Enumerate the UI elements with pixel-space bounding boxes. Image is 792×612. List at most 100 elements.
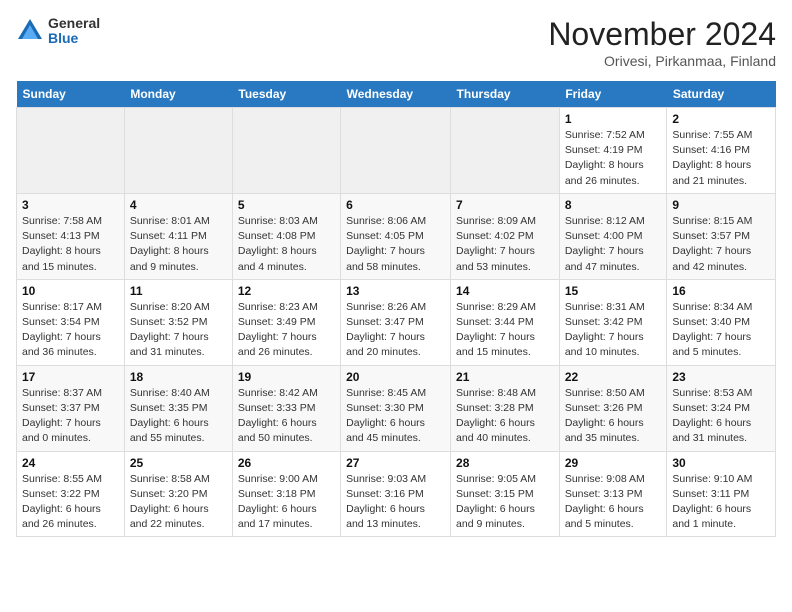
cell-info: Sunrise: 8:20 AMSunset: 3:52 PMDaylight:… xyxy=(130,300,227,361)
calendar-cell xyxy=(341,108,451,194)
cell-info: Sunrise: 8:55 AMSunset: 3:22 PMDaylight:… xyxy=(22,472,119,533)
cell-day-number: 1 xyxy=(565,112,662,126)
title-area: November 2024 Orivesi, Pirkanmaa, Finlan… xyxy=(548,16,776,69)
calendar-header: SundayMondayTuesdayWednesdayThursdayFrid… xyxy=(17,81,776,108)
header-day-saturday: Saturday xyxy=(667,81,776,108)
calendar-cell: 1 Sunrise: 7:52 AMSunset: 4:19 PMDaylight… xyxy=(559,108,667,194)
cell-info: Sunrise: 9:08 AMSunset: 3:13 PMDaylight:… xyxy=(565,472,662,533)
calendar-cell: 11 Sunrise: 8:20 AMSunset: 3:52 PMDayligh… xyxy=(124,279,232,365)
calendar-cell: 24 Sunrise: 8:55 AMSunset: 3:22 PMDayligh… xyxy=(17,451,125,537)
header: General Blue November 2024 Orivesi, Pirk… xyxy=(16,16,776,69)
logo-general: General xyxy=(48,16,100,31)
calendar-cell: 12 Sunrise: 8:23 AMSunset: 3:49 PMDayligh… xyxy=(232,279,340,365)
cell-info: Sunrise: 8:42 AMSunset: 3:33 PMDaylight:… xyxy=(238,386,335,447)
calendar-cell: 20 Sunrise: 8:45 AMSunset: 3:30 PMDayligh… xyxy=(341,365,451,451)
cell-info: Sunrise: 8:37 AMSunset: 3:37 PMDaylight:… xyxy=(22,386,119,447)
cell-info: Sunrise: 8:50 AMSunset: 3:26 PMDaylight:… xyxy=(565,386,662,447)
cell-day-number: 15 xyxy=(565,284,662,298)
cell-info: Sunrise: 8:45 AMSunset: 3:30 PMDaylight:… xyxy=(346,386,445,447)
header-day-tuesday: Tuesday xyxy=(232,81,340,108)
cell-info: Sunrise: 8:31 AMSunset: 3:42 PMDaylight:… xyxy=(565,300,662,361)
cell-day-number: 26 xyxy=(238,456,335,470)
calendar-cell: 8 Sunrise: 8:12 AMSunset: 4:00 PMDaylight… xyxy=(559,193,667,279)
calendar-cell: 25 Sunrise: 8:58 AMSunset: 3:20 PMDayligh… xyxy=(124,451,232,537)
cell-day-number: 28 xyxy=(456,456,554,470)
cell-info: Sunrise: 9:05 AMSunset: 3:15 PMDaylight:… xyxy=(456,472,554,533)
cell-info: Sunrise: 8:23 AMSunset: 3:49 PMDaylight:… xyxy=(238,300,335,361)
header-day-friday: Friday xyxy=(559,81,667,108)
cell-day-number: 4 xyxy=(130,198,227,212)
calendar-cell xyxy=(451,108,560,194)
cell-day-number: 14 xyxy=(456,284,554,298)
cell-info: Sunrise: 8:01 AMSunset: 4:11 PMDaylight:… xyxy=(130,214,227,275)
calendar-cell: 2Sunrise: 7:55 AMSunset: 4:16 PMDaylight… xyxy=(667,108,776,194)
week-row-2: 3 Sunrise: 7:58 AMSunset: 4:13 PMDaylight… xyxy=(17,193,776,279)
calendar-cell: 30Sunrise: 9:10 AMSunset: 3:11 PMDayligh… xyxy=(667,451,776,537)
cell-info: Sunrise: 7:52 AMSunset: 4:19 PMDaylight:… xyxy=(565,128,662,189)
cell-info: Sunrise: 8:17 AMSunset: 3:54 PMDaylight:… xyxy=(22,300,119,361)
calendar-cell: 10Sunrise: 8:17 AMSunset: 3:54 PMDayligh… xyxy=(17,279,125,365)
cell-info: Sunrise: 8:09 AMSunset: 4:02 PMDaylight:… xyxy=(456,214,554,275)
calendar-cell: 28 Sunrise: 9:05 AMSunset: 3:15 PMDayligh… xyxy=(451,451,560,537)
cell-day-number: 8 xyxy=(565,198,662,212)
cell-info: Sunrise: 7:58 AMSunset: 4:13 PMDaylight:… xyxy=(22,214,119,275)
cell-info: Sunrise: 8:58 AMSunset: 3:20 PMDaylight:… xyxy=(130,472,227,533)
calendar-cell: 4 Sunrise: 8:01 AMSunset: 4:11 PMDaylight… xyxy=(124,193,232,279)
cell-info: Sunrise: 8:34 AMSunset: 3:40 PMDaylight:… xyxy=(672,300,770,361)
cell-info: Sunrise: 8:12 AMSunset: 4:00 PMDaylight:… xyxy=(565,214,662,275)
cell-day-number: 9 xyxy=(672,198,770,212)
cell-day-number: 16 xyxy=(672,284,770,298)
header-row: SundayMondayTuesdayWednesdayThursdayFrid… xyxy=(17,81,776,108)
calendar-cell: 15 Sunrise: 8:31 AMSunset: 3:42 PMDayligh… xyxy=(559,279,667,365)
logo-blue: Blue xyxy=(48,31,100,46)
calendar-cell: 7 Sunrise: 8:09 AMSunset: 4:02 PMDaylight… xyxy=(451,193,560,279)
calendar-cell: 29 Sunrise: 9:08 AMSunset: 3:13 PMDayligh… xyxy=(559,451,667,537)
cell-day-number: 7 xyxy=(456,198,554,212)
cell-info: Sunrise: 9:10 AMSunset: 3:11 PMDaylight:… xyxy=(672,472,770,533)
calendar-cell xyxy=(17,108,125,194)
calendar-cell: 23Sunrise: 8:53 AMSunset: 3:24 PMDayligh… xyxy=(667,365,776,451)
calendar-cell: 16 Sunrise: 8:34 AMSunset: 3:40 PMDayligh… xyxy=(667,279,776,365)
cell-info: Sunrise: 8:26 AMSunset: 3:47 PMDaylight:… xyxy=(346,300,445,361)
calendar-cell: 21Sunrise: 8:48 AMSunset: 3:28 PMDayligh… xyxy=(451,365,560,451)
calendar-cell: 26 Sunrise: 9:00 AMSunset: 3:18 PMDayligh… xyxy=(232,451,340,537)
page-subtitle: Orivesi, Pirkanmaa, Finland xyxy=(548,53,776,69)
calendar-cell: 6Sunrise: 8:06 AMSunset: 4:05 PMDaylight… xyxy=(341,193,451,279)
cell-info: Sunrise: 9:00 AMSunset: 3:18 PMDaylight:… xyxy=(238,472,335,533)
cell-info: Sunrise: 9:03 AMSunset: 3:16 PMDaylight:… xyxy=(346,472,445,533)
cell-info: Sunrise: 8:53 AMSunset: 3:24 PMDaylight:… xyxy=(672,386,770,447)
calendar-cell xyxy=(124,108,232,194)
header-day-monday: Monday xyxy=(124,81,232,108)
cell-day-number: 3 xyxy=(22,198,119,212)
cell-info: Sunrise: 8:48 AMSunset: 3:28 PMDaylight:… xyxy=(456,386,554,447)
cell-day-number: 25 xyxy=(130,456,227,470)
header-day-thursday: Thursday xyxy=(451,81,560,108)
cell-day-number: 29 xyxy=(565,456,662,470)
calendar-cell: 5 Sunrise: 8:03 AMSunset: 4:08 PMDaylight… xyxy=(232,193,340,279)
cell-info: Sunrise: 8:15 AMSunset: 3:57 PMDaylight:… xyxy=(672,214,770,275)
calendar-cell: 27 Sunrise: 9:03 AMSunset: 3:16 PMDayligh… xyxy=(341,451,451,537)
cell-day-number: 5 xyxy=(238,198,335,212)
calendar-cell: 18 Sunrise: 8:40 AMSunset: 3:35 PMDayligh… xyxy=(124,365,232,451)
cell-day-number: 22 xyxy=(565,370,662,384)
cell-day-number: 27 xyxy=(346,456,445,470)
calendar-cell: 19 Sunrise: 8:42 AMSunset: 3:33 PMDayligh… xyxy=(232,365,340,451)
calendar-cell: 3 Sunrise: 7:58 AMSunset: 4:13 PMDaylight… xyxy=(17,193,125,279)
cell-day-number: 11 xyxy=(130,284,227,298)
logo: General Blue xyxy=(16,16,100,47)
calendar-cell xyxy=(232,108,340,194)
cell-day-number: 13 xyxy=(346,284,445,298)
cell-day-number: 19 xyxy=(238,370,335,384)
calendar-cell: 14Sunrise: 8:29 AMSunset: 3:44 PMDayligh… xyxy=(451,279,560,365)
calendar-cell: 9 Sunrise: 8:15 AMSunset: 3:57 PMDaylight… xyxy=(667,193,776,279)
cell-day-number: 12 xyxy=(238,284,335,298)
cell-day-number: 20 xyxy=(346,370,445,384)
cell-day-number: 18 xyxy=(130,370,227,384)
cell-info: Sunrise: 8:40 AMSunset: 3:35 PMDaylight:… xyxy=(130,386,227,447)
calendar-cell: 13 Sunrise: 8:26 AMSunset: 3:47 PMDayligh… xyxy=(341,279,451,365)
cell-info: Sunrise: 8:06 AMSunset: 4:05 PMDaylight:… xyxy=(346,214,445,275)
cell-day-number: 24 xyxy=(22,456,119,470)
logo-icon xyxy=(16,17,44,45)
cell-info: Sunrise: 8:03 AMSunset: 4:08 PMDaylight:… xyxy=(238,214,335,275)
week-row-1: 1 Sunrise: 7:52 AMSunset: 4:19 PMDaylight… xyxy=(17,108,776,194)
